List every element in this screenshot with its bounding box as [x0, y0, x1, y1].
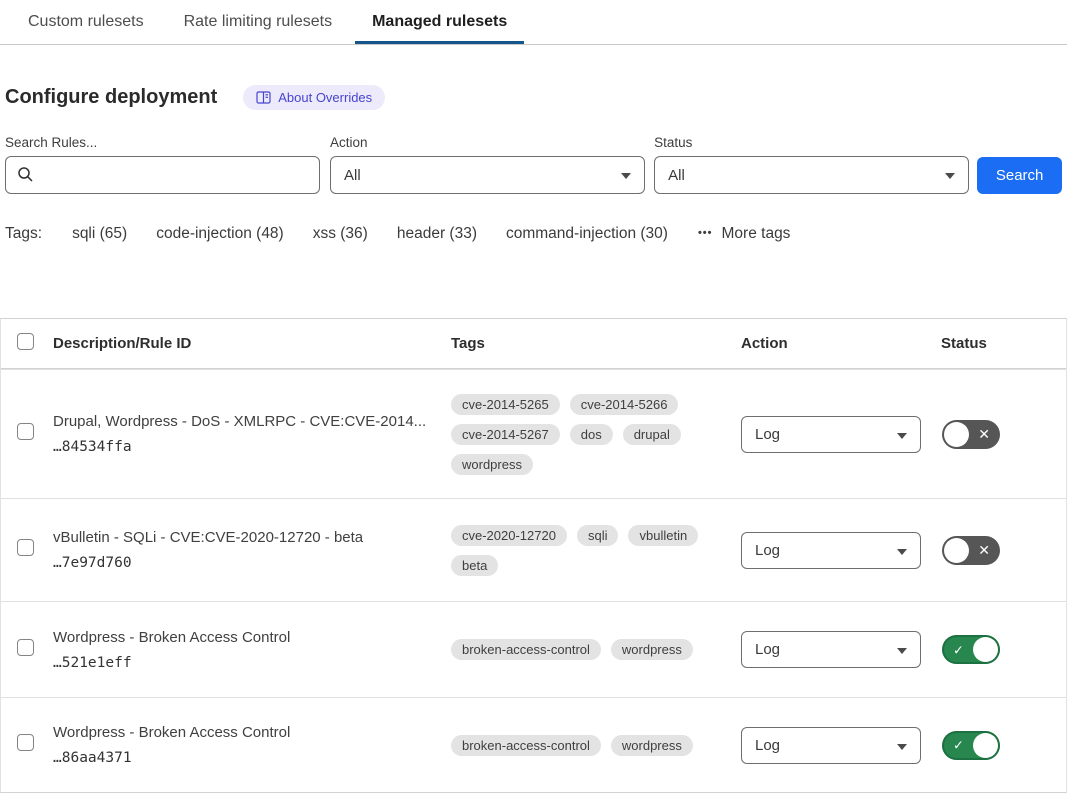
rule-description: Drupal, Wordpress - DoS - XMLRPC - CVE:C… — [53, 413, 451, 430]
page-header: Configure deployment About Overrides — [5, 85, 1062, 110]
action-filter-field: Action All — [330, 135, 645, 194]
action-filter-value: All — [344, 167, 361, 184]
more-tags-label: More tags — [722, 225, 791, 243]
x-icon: ✕ — [978, 543, 990, 557]
rule-description: Wordpress - Broken Access Control — [53, 724, 451, 741]
status-toggle[interactable]: ✓ ✕ — [942, 536, 1000, 565]
tag-pill: cve-2020-12720 — [451, 525, 567, 546]
column-header-action: Action — [741, 335, 941, 352]
row-action-select[interactable]: Log — [741, 631, 921, 668]
tab-managed-rulesets[interactable]: Managed rulesets — [355, 0, 524, 44]
row-checkbox[interactable] — [17, 423, 34, 440]
rule-id: …7e97d760 — [53, 555, 451, 571]
row-action-select[interactable]: Log — [741, 532, 921, 569]
rules-table: Description/Rule ID Tags Action Status D… — [0, 318, 1067, 793]
tag-pill: sqli — [577, 525, 619, 546]
tag-pill: broken-access-control — [451, 639, 601, 660]
tag-filter-sqli[interactable]: sqli (65) — [72, 225, 127, 243]
select-all-checkbox[interactable] — [17, 333, 34, 350]
check-icon: ✓ — [953, 739, 964, 752]
rule-id: …84534ffa — [53, 439, 451, 455]
tag-filter-command-injection[interactable]: command-injection (30) — [506, 225, 668, 243]
chevron-down-icon — [897, 744, 907, 750]
status-filter-value: All — [668, 167, 685, 184]
toggle-knob — [973, 733, 998, 758]
status-toggle[interactable]: ✓ ✕ — [942, 635, 1000, 664]
ellipsis-icon: ••• — [698, 227, 713, 239]
tag-pill: beta — [451, 555, 498, 576]
row-checkbox[interactable] — [17, 539, 34, 556]
tag-filter-code-injection[interactable]: code-injection (48) — [156, 225, 284, 243]
rule-description: Wordpress - Broken Access Control — [53, 629, 451, 646]
search-rules-input[interactable] — [5, 156, 320, 194]
row-checkbox[interactable] — [17, 639, 34, 656]
chevron-down-icon — [897, 549, 907, 555]
toggle-knob — [973, 637, 998, 662]
tag-pill: wordpress — [611, 735, 693, 756]
row-action-select[interactable]: Log — [741, 416, 921, 453]
row-action-value: Log — [755, 542, 780, 559]
about-overrides-label: About Overrides — [278, 90, 372, 105]
x-icon: ✕ — [978, 427, 990, 441]
ruleset-tabbar: Custom rulesets Rate limiting rulesets M… — [0, 0, 1067, 45]
status-filter-select[interactable]: All — [654, 156, 969, 194]
column-header-status: Status — [941, 335, 1066, 352]
chevron-down-icon — [897, 648, 907, 654]
tag-pill: vbulletin — [628, 525, 698, 546]
chevron-down-icon — [621, 173, 631, 179]
status-filter-label: Status — [654, 135, 969, 150]
table-row: Drupal, Wordpress - DoS - XMLRPC - CVE:C… — [1, 369, 1066, 498]
filters-bar: Search Rules... Action All Status — [5, 135, 1062, 194]
toggle-knob — [944, 538, 969, 563]
row-action-value: Log — [755, 641, 780, 658]
row-action-select[interactable]: Log — [741, 727, 921, 764]
tag-pill: wordpress — [451, 454, 533, 475]
tab-rate-limiting-rulesets[interactable]: Rate limiting rulesets — [167, 0, 350, 44]
tags-bar-label: Tags: — [5, 225, 42, 243]
tag-pill: wordpress — [611, 639, 693, 660]
tags-bar: Tags: sqli (65) code-injection (48) xss … — [5, 225, 1062, 243]
row-action-value: Log — [755, 426, 780, 443]
search-rules-label: Search Rules... — [5, 135, 320, 150]
rule-description: vBulletin - SQLi - CVE:CVE-2020-12720 - … — [53, 529, 451, 546]
tag-filter-header[interactable]: header (33) — [397, 225, 477, 243]
check-icon: ✓ — [953, 643, 964, 656]
more-tags-button[interactable]: ••• More tags — [698, 225, 790, 243]
tag-pill: dos — [570, 424, 613, 445]
rule-id: …521e1eff — [53, 655, 451, 671]
column-header-tags: Tags — [451, 335, 741, 352]
chevron-down-icon — [897, 433, 907, 439]
action-filter-select[interactable]: All — [330, 156, 645, 194]
action-filter-label: Action — [330, 135, 645, 150]
search-rules-field: Search Rules... — [5, 135, 320, 194]
column-header-description: Description/Rule ID — [53, 335, 451, 352]
status-toggle[interactable]: ✓ ✕ — [942, 731, 1000, 760]
about-overrides-link[interactable]: About Overrides — [243, 85, 385, 110]
tag-pill: broken-access-control — [451, 735, 601, 756]
row-checkbox[interactable] — [17, 734, 34, 751]
table-header-row: Description/Rule ID Tags Action Status — [1, 319, 1066, 369]
status-toggle[interactable]: ✓ ✕ — [942, 420, 1000, 449]
tag-pill: cve-2014-5267 — [451, 424, 560, 445]
page-title: Configure deployment — [5, 86, 217, 109]
tag-pill: cve-2014-5266 — [570, 394, 679, 415]
status-filter-field: Status All — [654, 135, 969, 194]
tab-custom-rulesets[interactable]: Custom rulesets — [11, 0, 161, 44]
toggle-knob — [944, 422, 969, 447]
search-button[interactable]: Search — [977, 157, 1062, 194]
table-row: vBulletin - SQLi - CVE:CVE-2020-12720 - … — [1, 498, 1066, 601]
table-row: Wordpress - Broken Access Control …521e1… — [1, 601, 1066, 697]
chevron-down-icon — [945, 173, 955, 179]
rule-id: …86aa4371 — [53, 750, 451, 766]
row-action-value: Log — [755, 737, 780, 754]
tag-pill: cve-2014-5265 — [451, 394, 560, 415]
tag-filter-xss[interactable]: xss (36) — [313, 225, 368, 243]
book-icon — [256, 91, 271, 104]
table-row: Wordpress - Broken Access Control …86aa4… — [1, 697, 1066, 792]
tag-pill: drupal — [623, 424, 681, 445]
